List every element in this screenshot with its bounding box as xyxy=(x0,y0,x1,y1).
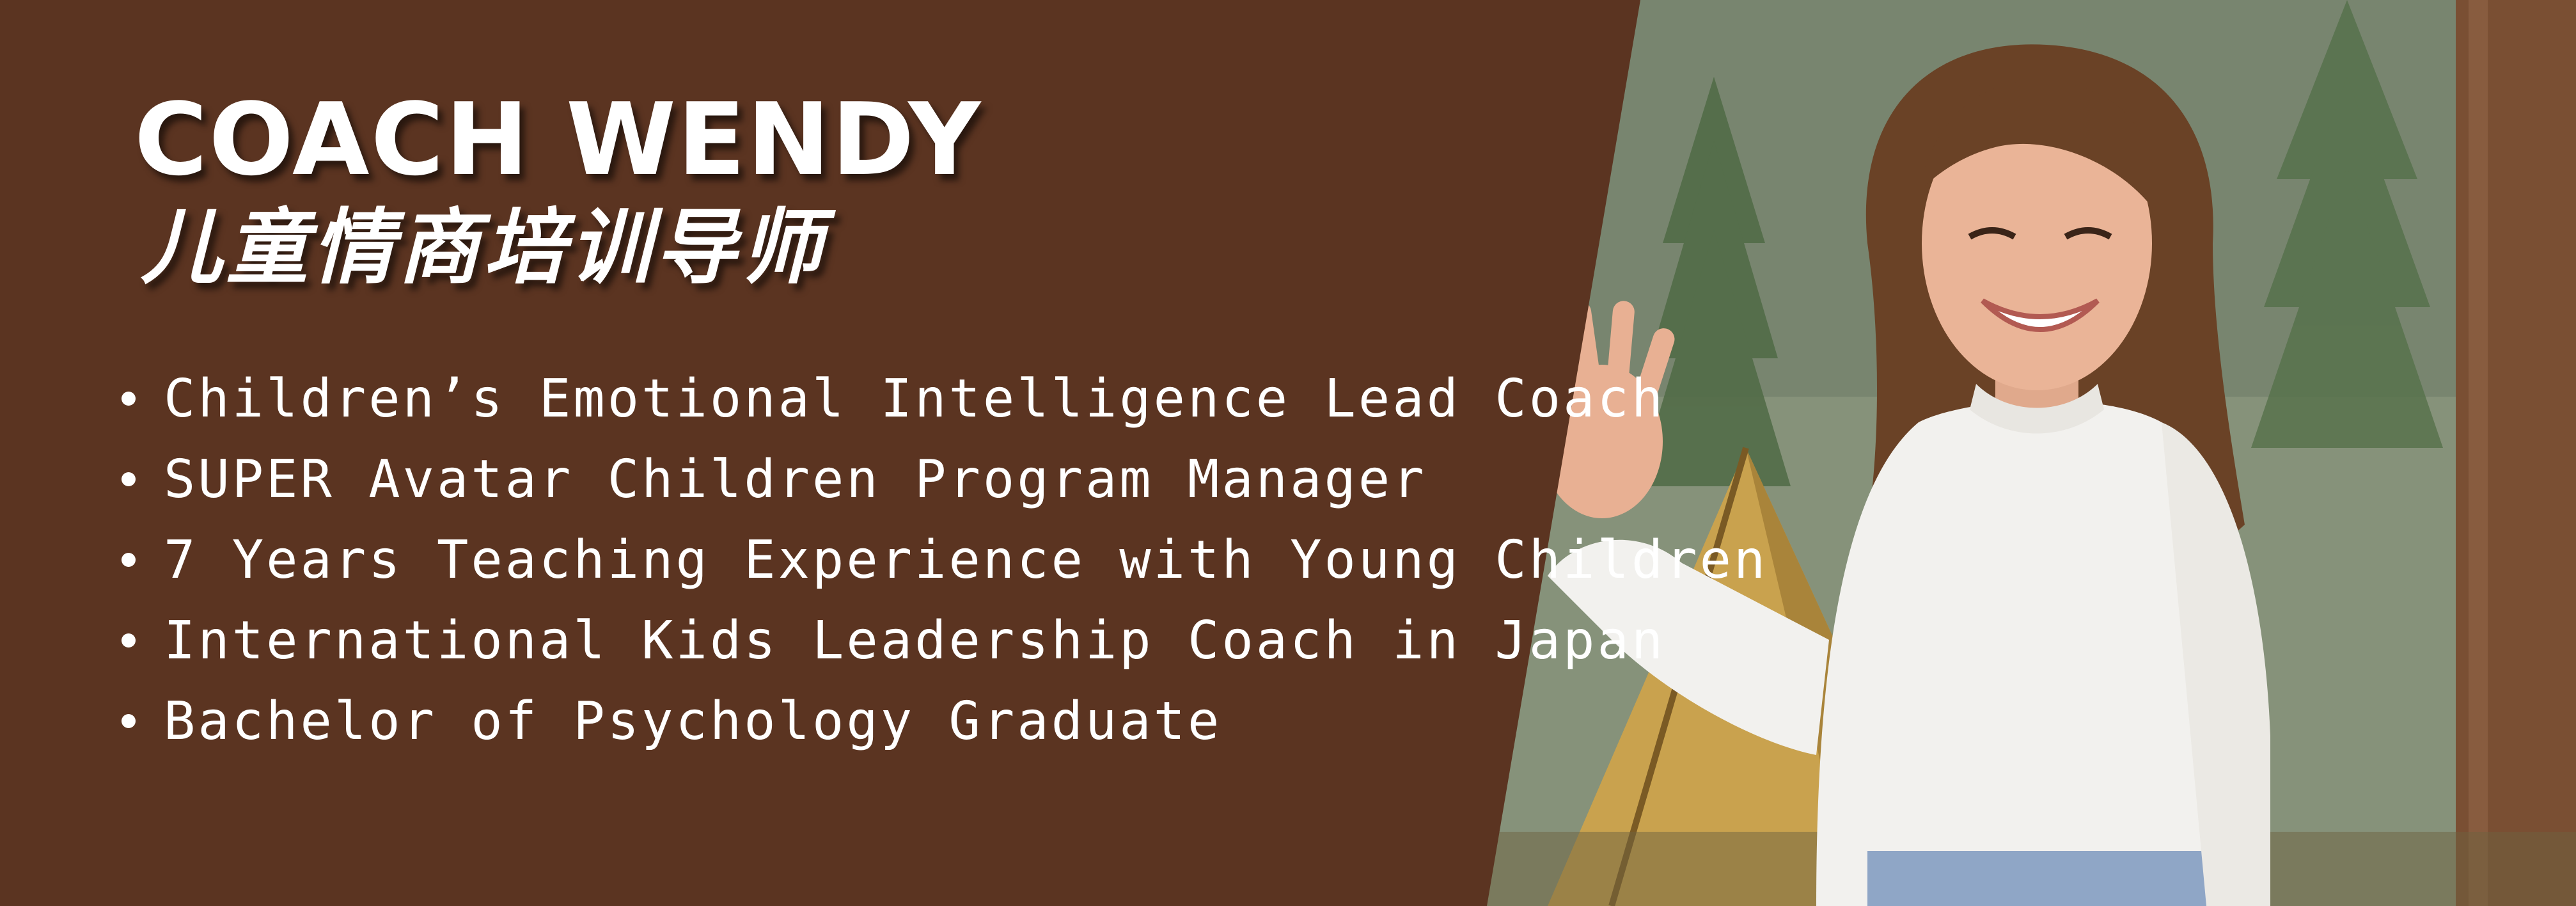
bullet-icon xyxy=(122,472,136,486)
credential-item: International Kids Leadership Coach in J… xyxy=(122,600,1768,681)
credential-text: SUPER Avatar Children Program Manager xyxy=(164,449,1427,510)
credential-item: SUPER Avatar Children Program Manager xyxy=(122,439,1768,520)
credential-text: Children’s Emotional Intelligence Lead C… xyxy=(164,368,1666,429)
bullet-icon xyxy=(122,553,136,567)
credential-item: 7 Years Teaching Experience with Young C… xyxy=(122,520,1768,600)
bullet-icon xyxy=(122,392,136,406)
coach-name-title: COACH WENDY xyxy=(134,81,982,198)
credential-text: Bachelor of Psychology Graduate xyxy=(164,690,1222,752)
credential-item: Bachelor of Psychology Graduate xyxy=(122,681,1768,761)
credential-item: Children’s Emotional Intelligence Lead C… xyxy=(122,358,1768,439)
jeans xyxy=(1867,851,2213,906)
bullet-icon xyxy=(122,633,136,648)
credential-text: International Kids Leadership Coach in J… xyxy=(164,610,1666,671)
credential-text: 7 Years Teaching Experience with Young C… xyxy=(164,529,1768,591)
credentials-list: Children’s Emotional Intelligence Lead C… xyxy=(122,358,1768,761)
bullet-icon xyxy=(122,714,136,728)
coach-role-chinese: 儿童情商培训导师 xyxy=(141,200,827,296)
coach-banner: COACH WENDY 儿童情商培训导师 Children’s Emotiona… xyxy=(0,0,2576,906)
